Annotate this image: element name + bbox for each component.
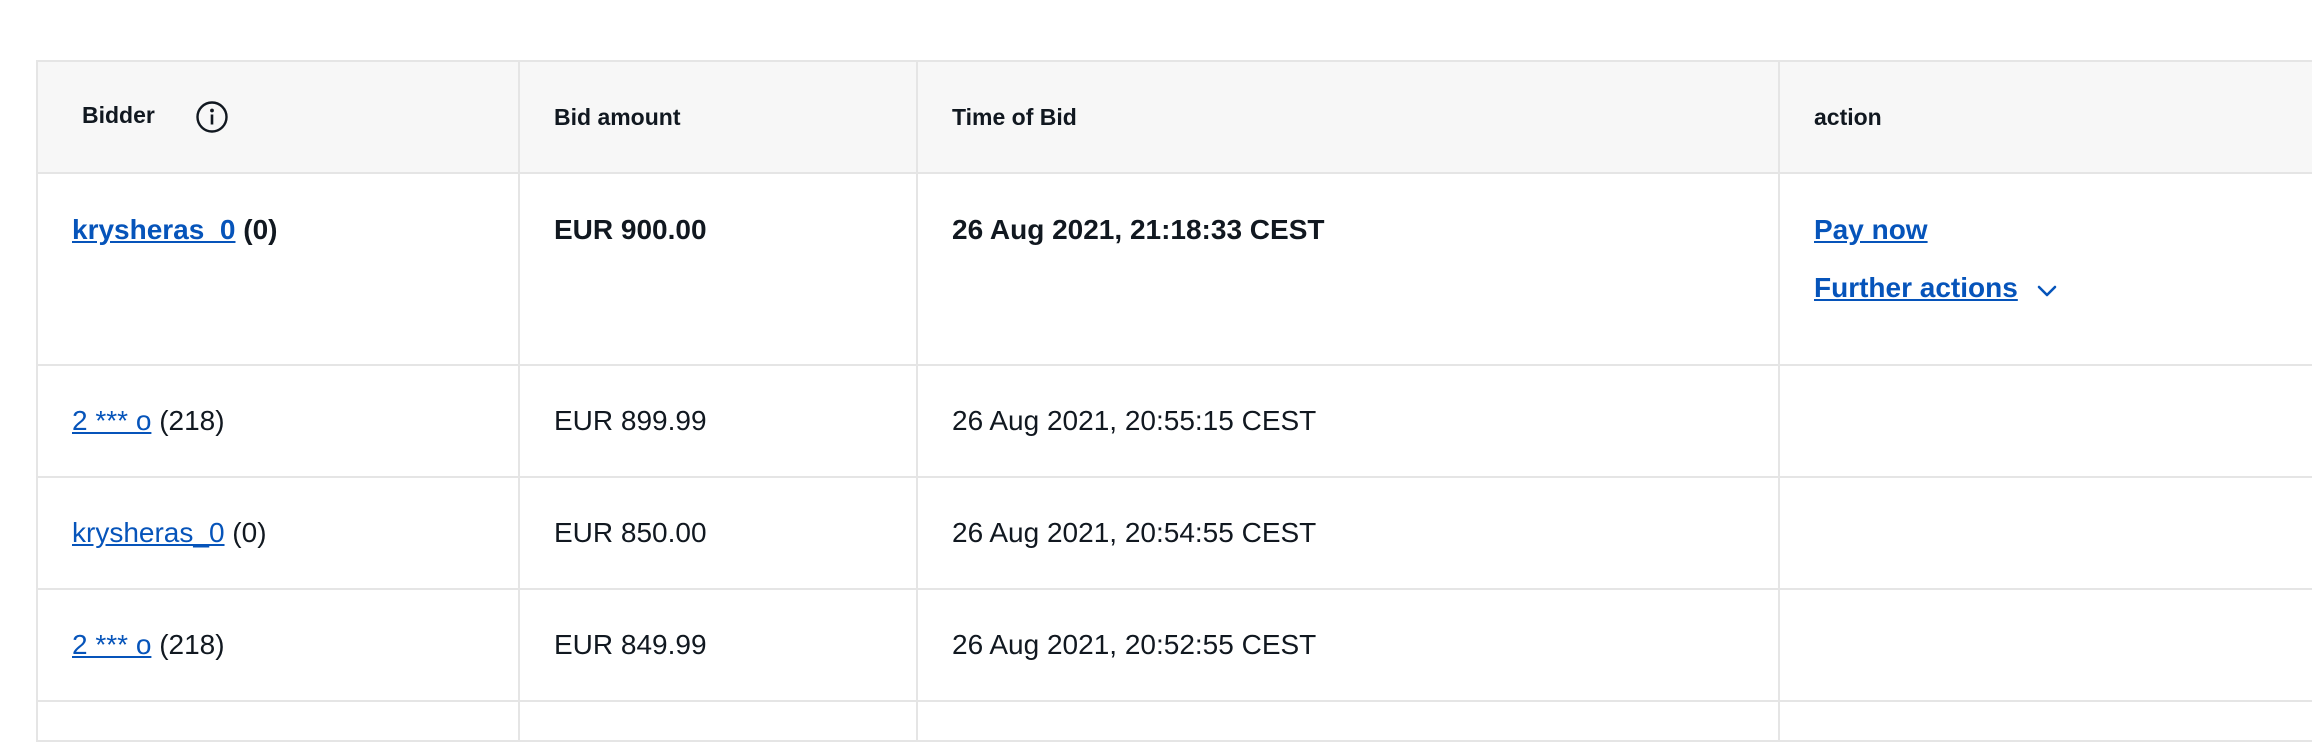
table-row: 2 *** o (218) EUR 849.99 26 Aug 2021, 20…: [36, 588, 2312, 702]
table-row: 2 *** o (218) EUR 899.99 26 Aug 2021, 20…: [36, 364, 2312, 478]
cell-time-of-bid: 26 Aug 2021, 20:52:55 CEST: [916, 588, 1780, 702]
cell-action: [1778, 700, 2312, 742]
further-actions-button[interactable]: Further actions: [1814, 272, 2058, 304]
chevron-down-icon: [2036, 277, 2058, 299]
cell-action: [1778, 364, 2312, 478]
header-bidder: Bidder: [36, 60, 520, 174]
cell-bid-amount: EUR 849.99: [518, 588, 918, 702]
cell-bid-amount: EUR 899.99: [518, 364, 918, 478]
bidder-link[interactable]: krysheras_0: [72, 517, 225, 548]
bidder-feedback-score: (0): [232, 517, 267, 548]
bidder-link[interactable]: 2 *** o: [72, 629, 151, 660]
cell-action: Pay now Further actions: [1778, 172, 2312, 366]
cell-time-of-bid: 26 Aug 2021, 20:55:15 CEST: [916, 364, 1780, 478]
table-row: krysheras_0 (0) EUR 900.00 26 Aug 2021, …: [36, 172, 2312, 366]
table-row: krysheras_0 (0) EUR 850.00 26 Aug 2021, …: [36, 476, 2312, 590]
header-time-of-bid: Time of Bid: [916, 60, 1780, 174]
cell-bid-amount: EUR 850.00: [518, 476, 918, 590]
cell-time-of-bid: 26 Aug 2021, 21:18:33 CEST: [916, 172, 1780, 366]
info-icon[interactable]: [195, 100, 229, 134]
header-bidder-label: Bidder: [82, 102, 155, 129]
cell-bid-amount: [518, 700, 918, 742]
cell-bidder: krysheras_0 (0): [36, 172, 520, 366]
bidder-feedback-score: (0): [243, 214, 278, 245]
cell-bidder: [36, 700, 520, 742]
bidder-link[interactable]: 2 *** o: [72, 405, 151, 436]
table-header-row: Bidder Bid amount Time of Bid action: [36, 60, 2312, 174]
pay-now-link[interactable]: Pay now: [1814, 214, 1928, 246]
bidder-feedback-score: (218): [159, 629, 225, 660]
bid-history-table: Bidder Bid amount Time of Bid action kry…: [36, 60, 2312, 742]
header-action: action: [1778, 60, 2312, 174]
cell-time-of-bid: [916, 700, 1780, 742]
bidder-link[interactable]: krysheras_0: [72, 214, 235, 245]
cell-action: [1778, 588, 2312, 702]
cell-time-of-bid: 26 Aug 2021, 20:54:55 CEST: [916, 476, 1780, 590]
header-bid-amount: Bid amount: [518, 60, 918, 174]
further-actions-label: Further actions: [1814, 272, 2018, 303]
cell-bidder: 2 *** o (218): [36, 588, 520, 702]
cell-action: [1778, 476, 2312, 590]
cell-bid-amount: EUR 900.00: [518, 172, 918, 366]
table-row: [36, 700, 2312, 742]
bidder-feedback-score: (218): [159, 405, 225, 436]
cell-bidder: 2 *** o (218): [36, 364, 520, 478]
cell-bidder: krysheras_0 (0): [36, 476, 520, 590]
